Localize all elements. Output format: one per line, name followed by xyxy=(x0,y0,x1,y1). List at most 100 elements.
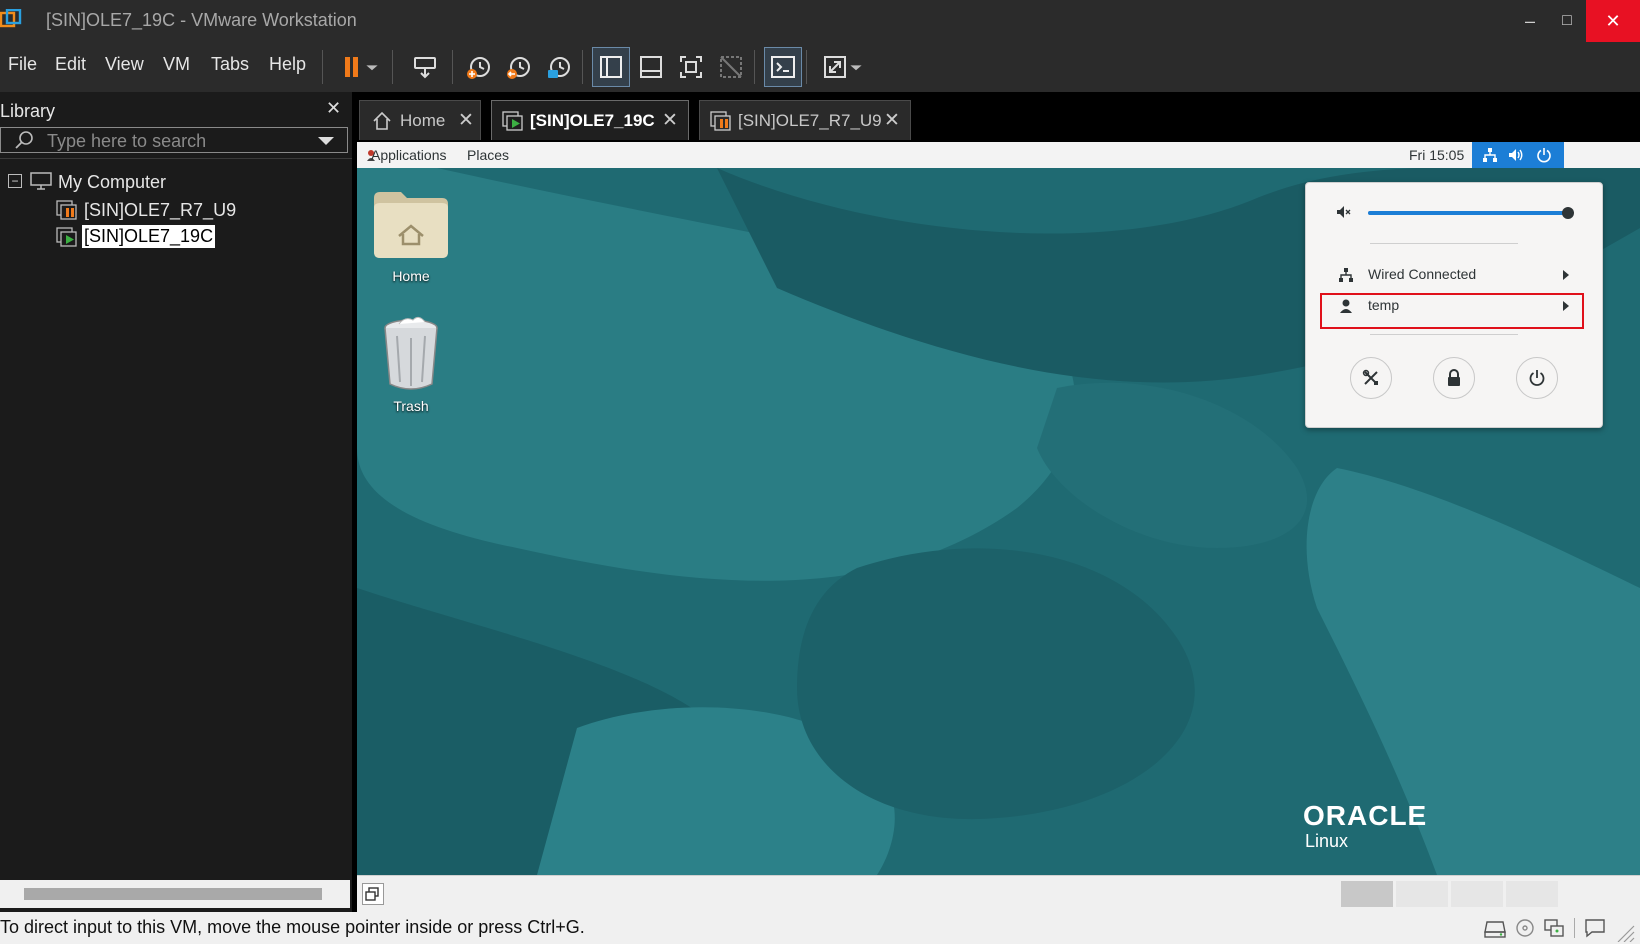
tree-item-label-selected: [SIN]OLE7_19C xyxy=(82,225,216,248)
status-message: To direct input to this VM, move the mou… xyxy=(0,917,585,937)
window-title: [SIN]OLE7_19C - VMware Workstation xyxy=(46,10,357,30)
close-window-button[interactable]: ✕ xyxy=(1586,0,1640,42)
library-search-input[interactable] xyxy=(45,129,309,153)
workspace-4[interactable] xyxy=(1506,881,1558,907)
library-close-button[interactable]: ✕ xyxy=(326,98,341,119)
splitter[interactable] xyxy=(352,92,355,912)
menu-file[interactable]: File xyxy=(8,54,37,75)
places-menu[interactable]: Places xyxy=(467,147,509,163)
vm-suspended-icon xyxy=(710,111,731,131)
scrollbar-thumb[interactable] xyxy=(24,888,322,900)
revert-snapshot-button[interactable] xyxy=(500,47,538,87)
volume-muted-icon xyxy=(1337,206,1351,218)
network-adapter-icon[interactable] xyxy=(1543,918,1565,938)
power-icon xyxy=(1529,370,1545,386)
minimize-button[interactable]: – xyxy=(1512,0,1548,42)
unity-button[interactable] xyxy=(712,47,750,87)
workspace-3[interactable] xyxy=(1451,881,1503,907)
vmware-logo-icon xyxy=(0,9,22,28)
title-bar: [SIN]OLE7_19C - VMware Workstation – □ ✕ xyxy=(0,0,1640,42)
toolbar-separator xyxy=(452,50,453,84)
workspace-1[interactable] xyxy=(1341,881,1393,907)
gnome-top-bar: Applications Places Fri 15:05 xyxy=(357,142,1640,168)
tab-close-button[interactable]: ✕ xyxy=(662,109,678,132)
vm-console[interactable]: Applications Places Fri 15:05 Home Trash… xyxy=(357,142,1640,875)
menu-vm[interactable]: VM xyxy=(163,54,190,75)
status-separator xyxy=(1574,918,1575,938)
menu-toolbar: File Edit View VM Tabs Help xyxy=(0,42,1640,92)
search-dropdown-icon[interactable] xyxy=(317,134,335,148)
send-ctrl-alt-del-button[interactable] xyxy=(406,47,444,87)
settings-button[interactable] xyxy=(1350,357,1392,399)
tree-item-my-computer[interactable]: − My Computer xyxy=(0,170,352,196)
message-log-icon[interactable] xyxy=(1584,918,1606,938)
vm-running-icon xyxy=(502,111,523,131)
workspace-2[interactable] xyxy=(1396,881,1448,907)
desktop-icon-trash[interactable]: Trash xyxy=(361,314,461,432)
power-dropdown-button[interactable] xyxy=(362,47,382,87)
folder-home-icon xyxy=(374,192,448,258)
console-view-button[interactable] xyxy=(764,47,802,87)
tab-label: [SIN]OLE7_R7_U9 xyxy=(738,111,882,130)
restore-window-icon xyxy=(365,887,379,901)
applications-menu[interactable]: Applications xyxy=(371,147,447,163)
home-icon xyxy=(373,111,391,130)
chevron-right-icon xyxy=(1563,270,1569,280)
library-title: Library xyxy=(0,101,56,121)
library-view-icon xyxy=(600,56,622,78)
hard-disk-icon[interactable] xyxy=(1484,918,1506,938)
tree-root-label: My Computer xyxy=(58,172,167,192)
tree-item-vm-r7-u9[interactable]: [SIN]OLE7_R7_U9 xyxy=(0,197,352,223)
show-desktop-button[interactable] xyxy=(362,883,384,905)
library-header: Library ✕ xyxy=(0,92,352,126)
full-screen-button[interactable] xyxy=(672,47,710,87)
show-library-button[interactable] xyxy=(592,47,630,87)
power-off-button[interactable] xyxy=(1516,357,1558,399)
cd-dvd-icon[interactable] xyxy=(1515,918,1535,938)
tab-vm-19c[interactable]: [SIN]OLE7_19C ✕ xyxy=(491,100,689,140)
resize-grip-icon[interactable] xyxy=(1614,922,1636,942)
lock-button[interactable] xyxy=(1433,357,1475,399)
search-icon xyxy=(15,131,33,149)
library-search-box[interactable] xyxy=(0,127,348,153)
thumbnail-bar-button[interactable] xyxy=(632,47,670,87)
settings-icon xyxy=(1362,369,1378,385)
revert-icon xyxy=(507,57,530,79)
system-menu-button[interactable] xyxy=(1472,142,1564,168)
annotation-highlight-box xyxy=(1320,293,1584,329)
toolbar-separator xyxy=(322,50,323,84)
desktop-icon-home[interactable]: Home xyxy=(361,184,461,302)
volume-slider[interactable] xyxy=(1368,207,1574,219)
menu-divider xyxy=(1370,243,1518,244)
take-snapshot-button[interactable] xyxy=(460,47,498,87)
tree-item-vm-19c[interactable]: [SIN]OLE7_19C xyxy=(0,224,352,250)
toolbar-separator xyxy=(754,50,755,84)
wired-connection-item[interactable]: Wired Connected xyxy=(1326,261,1582,289)
pause-icon xyxy=(345,57,358,77)
toolbar-separator xyxy=(392,50,393,84)
collapse-toggle[interactable]: − xyxy=(8,174,22,188)
menu-edit[interactable]: Edit xyxy=(55,54,86,75)
tab-close-button[interactable]: ✕ xyxy=(884,109,900,132)
keyboard-send-icon xyxy=(414,57,436,79)
library-panel: Library ✕ − My Computer [SIN]OLE7_R7_U9 … xyxy=(0,92,352,912)
volume-icon xyxy=(1509,149,1523,161)
volume-slider-fill xyxy=(1368,211,1568,215)
tab-vm-r7-u9[interactable]: [SIN]OLE7_R7_U9 ✕ xyxy=(699,100,911,140)
library-horizontal-scrollbar[interactable] xyxy=(0,880,350,908)
tab-label: [SIN]OLE7_19C xyxy=(530,111,655,130)
volume-slider-handle[interactable] xyxy=(1562,207,1574,219)
stretch-dropdown-button[interactable] xyxy=(846,47,866,87)
menu-divider xyxy=(1370,334,1518,335)
menu-help[interactable]: Help xyxy=(269,54,306,75)
tab-home[interactable]: Home ✕ xyxy=(359,100,481,140)
trash-icon xyxy=(384,316,438,390)
maximize-button[interactable]: □ xyxy=(1549,0,1585,42)
vm-suspended-icon xyxy=(56,200,77,220)
clock[interactable]: Fri 15:05 xyxy=(1409,147,1464,163)
tab-close-button[interactable]: ✕ xyxy=(458,109,474,132)
toolbar-separator xyxy=(806,50,807,84)
menu-view[interactable]: View xyxy=(105,54,144,75)
snapshot-manager-button[interactable] xyxy=(540,47,578,87)
menu-tabs[interactable]: Tabs xyxy=(211,54,249,75)
